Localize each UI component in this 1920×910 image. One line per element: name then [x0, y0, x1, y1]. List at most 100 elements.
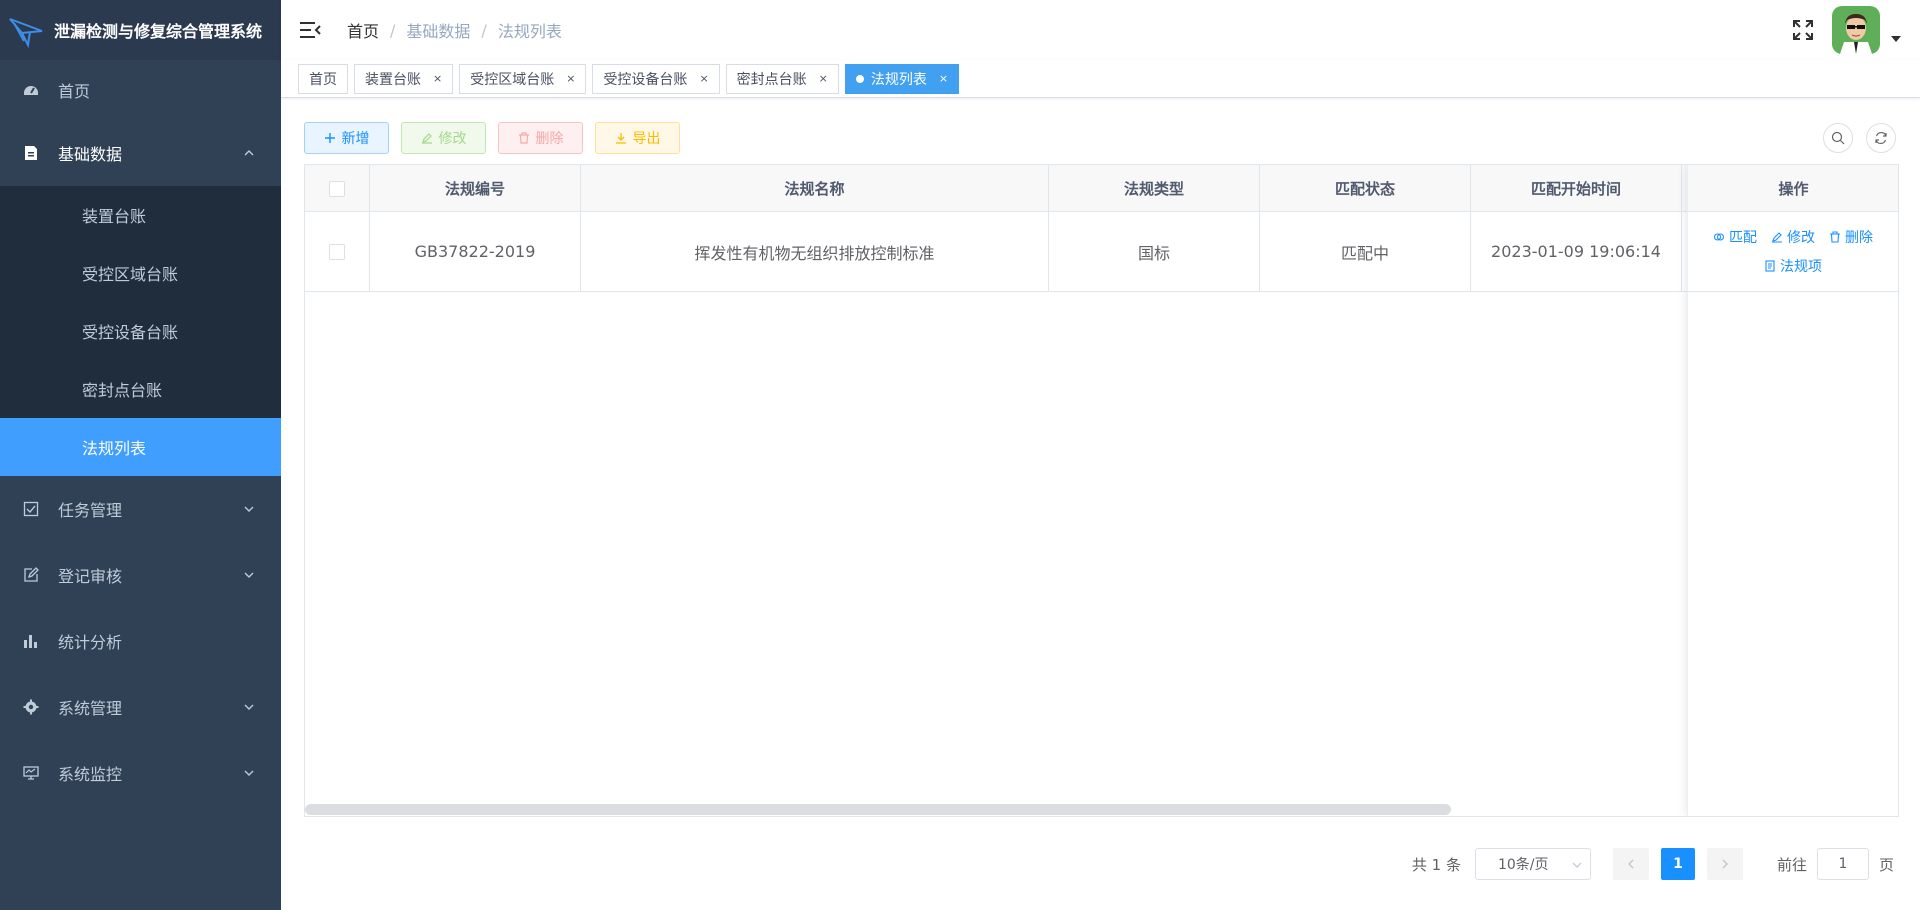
close-icon[interactable]: × [566, 72, 575, 85]
sidebar-item-task-management[interactable]: 任务管理 [0, 476, 281, 542]
bird-logo-icon [9, 18, 43, 49]
cell-code: GB37822-2019 [370, 212, 581, 291]
table-header: 法规编号 法规名称 法规类型 匹配状态 匹配开始时间 [305, 165, 1898, 212]
prev-page-button[interactable] [1612, 848, 1649, 880]
chevron-down-icon [1572, 862, 1582, 868]
action-toolbar: 新增 修改 删除 导出 [304, 122, 692, 156]
sidebar-item-basic-data[interactable]: 基础数据 [0, 120, 281, 186]
sidebar-item-device-ledger[interactable]: 装置台账 [0, 186, 281, 244]
page-size-select[interactable]: 10条/页 [1474, 848, 1591, 880]
tag-area-ledger[interactable]: 受控区域台账 × [459, 63, 587, 94]
plus-icon [324, 133, 335, 143]
download-icon [615, 133, 626, 144]
match-link[interactable]: 匹配 [1713, 227, 1757, 247]
tag-equipment-ledger[interactable]: 受控设备台账 × [592, 63, 720, 94]
sidebar-item-registration-review[interactable]: 登记审核 [0, 542, 281, 608]
monitor-icon [22, 764, 40, 782]
dashboard-icon [22, 81, 40, 99]
column-header[interactable]: 匹配状态 [1260, 165, 1471, 212]
sidebar-item-system-monitor[interactable]: 系统监控 [0, 740, 281, 806]
trash-icon [518, 132, 529, 144]
breadcrumb-regulation-list: 法规列表 [497, 22, 562, 41]
user-avatar[interactable] [1832, 6, 1880, 54]
refresh-button[interactable] [1866, 123, 1896, 153]
column-header[interactable]: 法规名称 [581, 165, 1049, 212]
search-toggle-button[interactable] [1823, 123, 1853, 153]
sidebar-item-label: 系统管理 [58, 699, 123, 718]
sidebar-item-equipment-ledger[interactable]: 受控设备台账 [0, 302, 281, 360]
pencil-icon [421, 133, 432, 144]
app-title: 泄漏检测与修复综合管理系统 [54, 22, 263, 41]
breadcrumb: 首页 / 基础数据 / 法规列表 [347, 18, 562, 42]
sidebar-item-label: 任务管理 [58, 501, 123, 520]
tag-seal-ledger[interactable]: 密封点台账 × [725, 63, 839, 94]
chevron-down-icon [244, 704, 254, 710]
sidebar-item-label: 系统监控 [58, 765, 123, 784]
close-icon[interactable]: × [939, 72, 948, 85]
regulation-items-link[interactable]: 法规项 [1764, 256, 1822, 276]
sidebar-item-label: 登记审核 [58, 567, 123, 586]
pencil-icon [1772, 232, 1782, 243]
goto-prefix: 前往 [1776, 855, 1807, 874]
column-header[interactable]: 匹配开始时间 [1471, 165, 1682, 212]
goto-page: 前往 页 [1777, 848, 1894, 880]
chevron-left-icon [1628, 859, 1634, 869]
sidebar-item-regulation-list[interactable]: 法规列表 [0, 418, 281, 476]
tag-device-ledger[interactable]: 装置台账 × [354, 63, 454, 94]
bar-chart-icon [22, 632, 40, 650]
chevron-up-icon [244, 150, 254, 156]
tags-view: 首页 装置台账 × 受控区域台账 × 受控设备台账 × 密封点台账 × 法规列表 × [281, 60, 1920, 98]
total-count: 共 1 条 [1411, 855, 1461, 874]
row-delete-link[interactable]: 删除 [1829, 227, 1873, 247]
chevron-right-icon [1722, 859, 1728, 869]
document-icon [1765, 260, 1775, 272]
logo[interactable]: 泄漏检测与修复综合管理系统 [0, 0, 281, 60]
page-number-button[interactable]: 1 [1660, 848, 1695, 880]
checkbox-icon [22, 500, 40, 518]
document-icon [22, 144, 40, 162]
column-header: 操作 [1688, 165, 1898, 212]
sidebar-item-home[interactable]: 首页 [0, 60, 281, 120]
close-icon[interactable]: × [819, 72, 828, 85]
edit-icon [22, 566, 40, 584]
next-page-button[interactable] [1706, 848, 1743, 880]
chevron-down-icon [244, 572, 254, 578]
select-all-checkbox[interactable] [329, 180, 345, 197]
delete-button[interactable]: 删除 [498, 122, 583, 154]
tag-regulation-list[interactable]: 法规列表 × [844, 63, 960, 94]
caret-down-icon[interactable] [1890, 33, 1902, 45]
chevron-down-icon [244, 506, 254, 512]
goto-page-input[interactable] [1816, 848, 1869, 880]
select-all-cell [305, 165, 370, 212]
add-button[interactable]: 新增 [304, 122, 389, 154]
column-header[interactable]: 法规编号 [370, 165, 581, 212]
fullscreen-icon[interactable] [1792, 19, 1814, 41]
close-icon[interactable]: × [699, 72, 708, 85]
close-icon[interactable]: × [433, 72, 442, 85]
link-icon [1713, 233, 1725, 241]
submenu-basic-data: 装置台账 受控区域台账 受控设备台账 密封点台账 法规列表 [0, 186, 281, 476]
navbar: 首页 / 基础数据 / 法规列表 [281, 0, 1920, 60]
row-actions: 匹配 修改 删除 法规项 [1688, 212, 1898, 292]
column-header[interactable]: 法规类型 [1049, 165, 1260, 212]
sidebar-item-system-management[interactable]: 系统管理 [0, 674, 281, 740]
row-checkbox[interactable] [329, 243, 345, 260]
table-row[interactable]: GB37822-2019 挥发性有机物无组织排放控制标准 国标 匹配中 2023… [305, 212, 1898, 292]
cell-status: 匹配中 [1260, 212, 1471, 291]
refresh-icon [1875, 132, 1887, 144]
trash-icon [1830, 231, 1840, 243]
hamburger-icon[interactable] [299, 19, 321, 41]
breadcrumb-home[interactable]: 首页 [347, 18, 379, 42]
edit-button[interactable]: 修改 [401, 122, 486, 154]
pagination: 共 1 条 10条/页 1 前往 页 [1412, 848, 1894, 880]
export-button[interactable]: 导出 [595, 122, 680, 154]
breadcrumb-separator: / [390, 20, 396, 40]
navbar-right [1792, 0, 1920, 60]
sidebar-item-seal-ledger[interactable]: 密封点台账 [0, 360, 281, 418]
tag-home[interactable]: 首页 [298, 63, 348, 94]
row-edit-link[interactable]: 修改 [1771, 227, 1815, 247]
sidebar-item-area-ledger[interactable]: 受控区域台账 [0, 244, 281, 302]
row-select-cell [305, 212, 370, 291]
horizontal-scrollbar[interactable] [305, 804, 1451, 815]
sidebar-item-statistics[interactable]: 统计分析 [0, 608, 281, 674]
